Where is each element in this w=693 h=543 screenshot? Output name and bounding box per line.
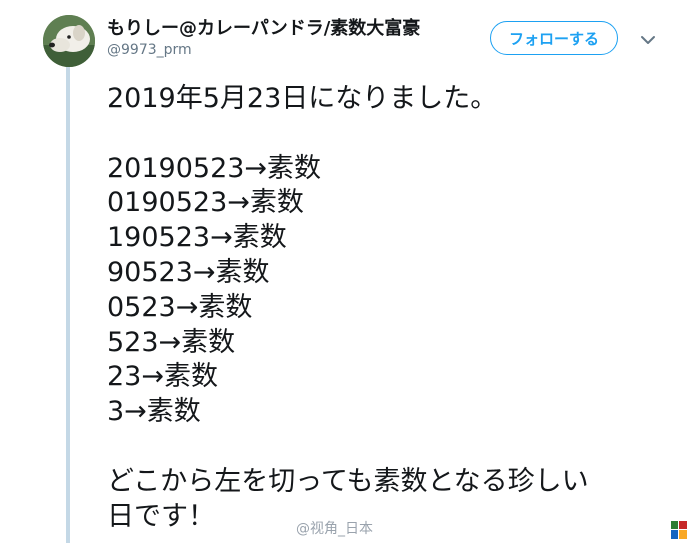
- avatar[interactable]: [43, 15, 95, 67]
- prime-line: 0523→素数: [107, 291, 253, 323]
- corner-logo-icon: [671, 521, 687, 539]
- thread-line: [66, 66, 70, 543]
- follow-button[interactable]: フォローする: [490, 21, 618, 55]
- watermark: @视角_日本: [296, 521, 373, 537]
- prime-line: 190523→素数: [107, 222, 287, 254]
- user-handle[interactable]: @9973_prm: [107, 42, 192, 58]
- chevron-down-icon[interactable]: [638, 30, 658, 50]
- tweet-text: 2019年5月23日になりました。 20190523→素数 0190523→素数…: [107, 82, 589, 534]
- prime-line: 0190523→素数: [107, 187, 304, 219]
- prime-line: 3→素数: [107, 396, 201, 428]
- prime-line: 90523→素数: [107, 256, 270, 288]
- date-line: 2019年5月23日になりました。: [107, 83, 498, 114]
- prime-line: 523→素数: [107, 326, 236, 358]
- dog-photo-avatar: [43, 15, 95, 67]
- prime-line: 23→素数: [107, 361, 218, 393]
- closing-line: どこから左を切っても素数となる珍しい: [107, 465, 589, 497]
- prime-line: 20190523→素数: [107, 152, 322, 184]
- display-name[interactable]: もりしー@カレーパンドラ/素数大富豪: [107, 14, 420, 40]
